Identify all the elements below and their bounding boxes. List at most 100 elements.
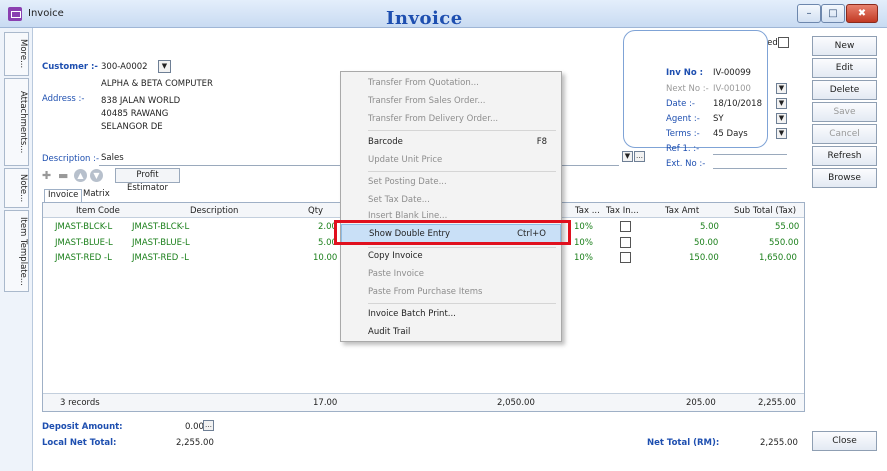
ref1-label: Ref 1. :-	[666, 144, 700, 154]
row1-code[interactable]: JMAST-BLCK-L	[55, 222, 112, 232]
agent-dropdown-icon[interactable]: ▼	[776, 113, 787, 124]
profit-estimator-button[interactable]: Profit Estimator	[115, 168, 180, 193]
delete-button[interactable]: Delete	[812, 80, 877, 100]
col-subtotal[interactable]: Sub Total (Tax)	[734, 206, 796, 216]
menu-invoice-batch-print[interactable]: Invoice Batch Print...	[341, 305, 561, 323]
row3-desc[interactable]: JMAST-RED -L	[132, 253, 189, 263]
save-button[interactable]: Save	[812, 102, 877, 122]
row2-desc[interactable]: JMAST-BLUE-L	[132, 238, 190, 248]
menu-separator	[368, 171, 556, 172]
menu-set-posting-date[interactable]: Set Posting Date...	[341, 173, 561, 191]
menu-update-unit-price[interactable]: Update Unit Price	[341, 151, 561, 169]
page-title: Invoice	[386, 8, 463, 29]
col-item-code[interactable]: Item Code	[76, 206, 120, 216]
row2-subtotal[interactable]: 550.00	[769, 238, 799, 248]
tab-attachments[interactable]: Attachments...	[4, 78, 29, 166]
row2-code[interactable]: JMAST-BLUE-L	[55, 238, 113, 248]
menu-separator	[368, 303, 556, 304]
customer-code[interactable]: 300-A0002	[101, 62, 148, 72]
close-window-button[interactable]: ✖	[846, 4, 878, 23]
row3-tax[interactable]: 10%	[574, 253, 593, 263]
description-dropdown-icon[interactable]: ▼	[622, 151, 633, 162]
menu-transfer-quotation[interactable]: Transfer From Quotation...	[341, 74, 561, 92]
row2-tax[interactable]: 10%	[574, 238, 593, 248]
menu-copy-invoice[interactable]: Copy Invoice	[341, 247, 561, 265]
move-down-icon[interactable]: ▼	[90, 169, 103, 182]
row3-qty[interactable]: 10.00	[313, 253, 337, 263]
tab-more[interactable]: More...	[4, 32, 29, 76]
row1-tax-amt[interactable]: 5.00	[700, 222, 719, 232]
tab-invoice[interactable]: Invoice	[44, 189, 83, 203]
menu-paste-purchase-items[interactable]: Paste From Purchase Items	[341, 283, 561, 301]
close-button[interactable]: Close	[812, 431, 877, 451]
cancel-button[interactable]: Cancel	[812, 124, 877, 144]
address-line-3[interactable]: SELANGOR DE	[101, 122, 163, 132]
row2-tax-amt[interactable]: 50.00	[694, 238, 718, 248]
edit-button[interactable]: Edit	[812, 58, 877, 78]
deposit-value[interactable]: 0.00	[185, 422, 204, 432]
row3-code[interactable]: JMAST-RED -L	[55, 253, 112, 263]
ref1-field[interactable]	[713, 144, 787, 155]
col-tax-amt[interactable]: Tax Amt	[665, 206, 699, 216]
minimize-button[interactable]: –	[797, 4, 821, 23]
row3-tax-amt[interactable]: 150.00	[689, 253, 719, 263]
col-tax[interactable]: Tax ...	[575, 206, 600, 216]
row3-tax-inclusive-checkbox[interactable]	[620, 252, 631, 263]
agent-label: Agent :-	[666, 114, 700, 124]
browse-button[interactable]: Browse	[812, 168, 877, 188]
row1-subtotal[interactable]: 55.00	[775, 222, 799, 232]
restore-button[interactable]: □	[821, 4, 845, 23]
address-line-1[interactable]: 838 JALAN WORLD	[101, 96, 180, 106]
cancelled-checkbox[interactable]	[778, 37, 789, 48]
menu-audit-trail[interactable]: Audit Trail	[341, 323, 561, 341]
address-label: Address :-	[42, 94, 85, 104]
tab-note[interactable]: Note...	[4, 168, 29, 208]
col-description[interactable]: Description	[190, 206, 238, 216]
records-count: 3 records	[60, 398, 100, 408]
terms-dropdown-icon[interactable]: ▼	[776, 128, 787, 139]
tab-item-template[interactable]: Item Template...	[4, 210, 29, 292]
customer-label: Customer :-	[42, 62, 98, 72]
description-more-icon[interactable]: …	[634, 151, 645, 162]
terms-value[interactable]: 45 Days	[713, 129, 748, 139]
remove-row-icon[interactable]: ▬	[58, 170, 72, 182]
row2-tax-inclusive-checkbox[interactable]	[620, 237, 631, 248]
terms-label: Terms :-	[666, 129, 700, 139]
new-button[interactable]: New	[812, 36, 877, 56]
agent-value[interactable]: SY	[713, 114, 724, 124]
net-total-value: 2,255.00	[760, 438, 798, 448]
row1-desc[interactable]: JMAST-BLCK-L	[132, 222, 189, 232]
window-title: Invoice	[28, 8, 64, 19]
add-row-icon[interactable]: ✚	[42, 170, 56, 182]
move-up-icon[interactable]: ▲	[74, 169, 87, 182]
description-label: Description :-	[42, 154, 100, 164]
menu-barcode[interactable]: Barcode F8	[341, 133, 561, 151]
net-total-label: Net Total (RM):	[647, 438, 720, 448]
date-dropdown-icon[interactable]: ▼	[776, 98, 787, 109]
menu-transfer-sales-order[interactable]: Transfer From Sales Order...	[341, 92, 561, 110]
row1-tax[interactable]: 10%	[574, 222, 593, 232]
next-no-dropdown-icon[interactable]: ▼	[776, 83, 787, 94]
ext-no-field[interactable]	[713, 158, 787, 169]
deposit-more-icon[interactable]: …	[203, 420, 214, 431]
side-tabs: More... Attachments... Note... Item Temp…	[0, 28, 33, 471]
highlight-box	[334, 220, 571, 245]
inv-no-label: Inv No :	[666, 68, 704, 78]
row1-tax-inclusive-checkbox[interactable]	[620, 221, 631, 232]
next-no-label: Next No :-	[666, 84, 709, 94]
context-menu: Transfer From Quotation... Transfer From…	[340, 71, 562, 342]
tax-total: 205.00	[686, 398, 716, 408]
inv-no-value[interactable]: IV-00099	[713, 68, 751, 78]
refresh-button[interactable]: Refresh	[812, 146, 877, 166]
col-qty[interactable]: Qty	[308, 206, 323, 216]
row3-subtotal[interactable]: 1,650.00	[759, 253, 797, 263]
col-tax-inclusive[interactable]: Tax In...	[606, 206, 639, 216]
customer-name: ALPHA & BETA COMPUTER	[101, 79, 213, 89]
tab-matrix[interactable]: Matrix	[83, 189, 110, 199]
customer-dropdown-icon[interactable]: ▼	[158, 60, 171, 73]
menu-transfer-delivery-order[interactable]: Transfer From Delivery Order...	[341, 110, 561, 128]
qty-total: 17.00	[313, 398, 338, 408]
address-line-2[interactable]: 40485 RAWANG	[101, 109, 168, 119]
menu-paste-invoice[interactable]: Paste Invoice	[341, 265, 561, 283]
date-value[interactable]: 18/10/2018	[713, 99, 762, 109]
